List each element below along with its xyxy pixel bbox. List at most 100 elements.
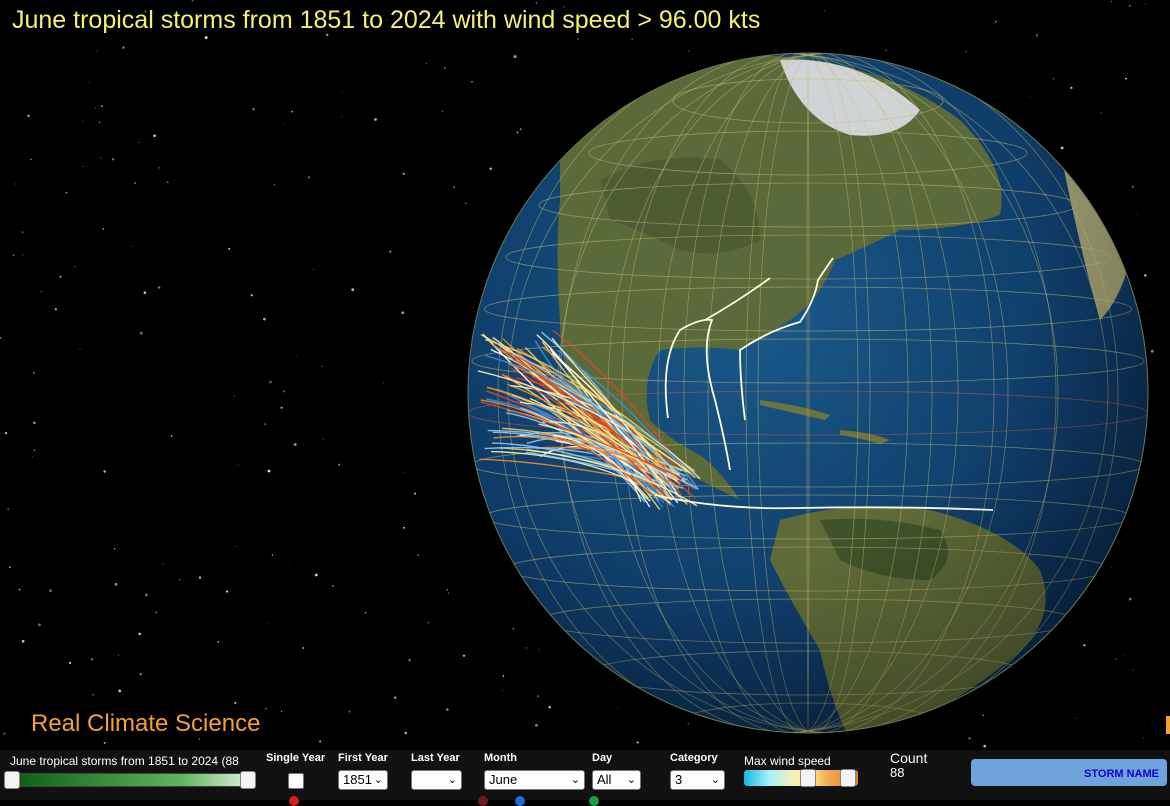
green-dot-icon[interactable] [589,796,599,806]
star [155,611,158,614]
last-year-label: Last Year [411,752,460,764]
wind-speed-max-handle[interactable] [840,769,856,787]
month-select[interactable]: June ⌄ [484,770,585,790]
star [3,732,6,735]
star [314,573,318,577]
star [374,118,377,121]
star [178,578,181,581]
star [1075,717,1077,719]
count-value: 88 [890,765,905,780]
star [402,172,405,175]
day-value: All [597,772,612,787]
star [348,710,351,713]
star [82,165,84,167]
star [535,1,538,4]
brand-label: Real Climate Science [31,710,261,737]
star [512,627,515,630]
day-label: Day [592,752,613,764]
star [631,38,634,41]
star [9,566,11,569]
star [145,593,148,597]
chevron-down-icon: ⌄ [710,774,720,786]
storm-name-button[interactable]: STORM NAME [971,759,1167,786]
single-year-label: Single Year [266,752,326,764]
star [103,742,106,744]
star [1125,77,1127,80]
star [79,348,81,350]
year-range-end-handle[interactable] [240,771,256,789]
star [1142,737,1144,739]
star [383,382,384,384]
star [574,69,576,71]
single-year-checkbox[interactable] [288,773,304,789]
star [414,492,416,495]
day-select[interactable]: All ⌄ [592,770,641,790]
star [283,124,285,126]
star [283,390,285,393]
star [22,254,24,256]
star [993,23,995,24]
star [170,434,173,437]
last-year-select[interactable]: ⌄ [411,770,462,790]
first-year-value: 1851 [343,772,372,787]
star [191,0,194,2]
star [319,740,321,743]
star [351,288,355,292]
star [280,406,283,409]
star [228,247,231,250]
category-value: 3 [675,772,683,787]
star [59,275,62,278]
star [427,621,430,624]
star [994,20,997,23]
star [250,294,253,297]
star [198,738,201,741]
star [389,250,392,253]
year-range-start-handle[interactable] [4,771,20,789]
count-label: Count [890,750,928,766]
star [114,582,118,586]
star [264,423,267,426]
star [215,565,217,567]
edge-mark [1166,716,1170,734]
star [268,622,270,624]
star [138,141,140,144]
star [1128,597,1132,601]
star [12,254,15,257]
star [235,545,237,547]
star [38,623,41,627]
first-year-select[interactable]: 1851 ⌄ [338,770,388,790]
red-dot-icon[interactable] [289,796,299,806]
globe-scene[interactable] [0,0,1170,800]
star [403,472,405,474]
category-select[interactable]: 3 ⌄ [670,770,725,790]
star [471,80,473,83]
star [117,654,120,656]
blue-dot-icon[interactable] [515,796,525,806]
star [33,371,35,374]
first-year-label: First Year [338,752,388,764]
star [489,167,492,170]
star [688,50,690,52]
star [234,701,237,704]
star [296,355,298,357]
star [965,50,968,53]
star [21,639,25,643]
star [289,182,291,184]
wind-speed-min-handle[interactable] [800,769,816,787]
globe[interactable] [436,52,1170,747]
star [1111,566,1113,568]
star [54,308,57,311]
star [577,38,579,40]
star [293,443,297,446]
star [525,647,528,649]
year-range-slider[interactable] [8,773,256,787]
star [1137,213,1139,215]
star [417,554,419,556]
star [443,66,446,69]
star [519,128,522,131]
star [225,590,229,593]
star [513,55,517,59]
star [394,696,397,699]
star [403,526,405,529]
dark-red-dot-icon[interactable] [478,796,488,806]
